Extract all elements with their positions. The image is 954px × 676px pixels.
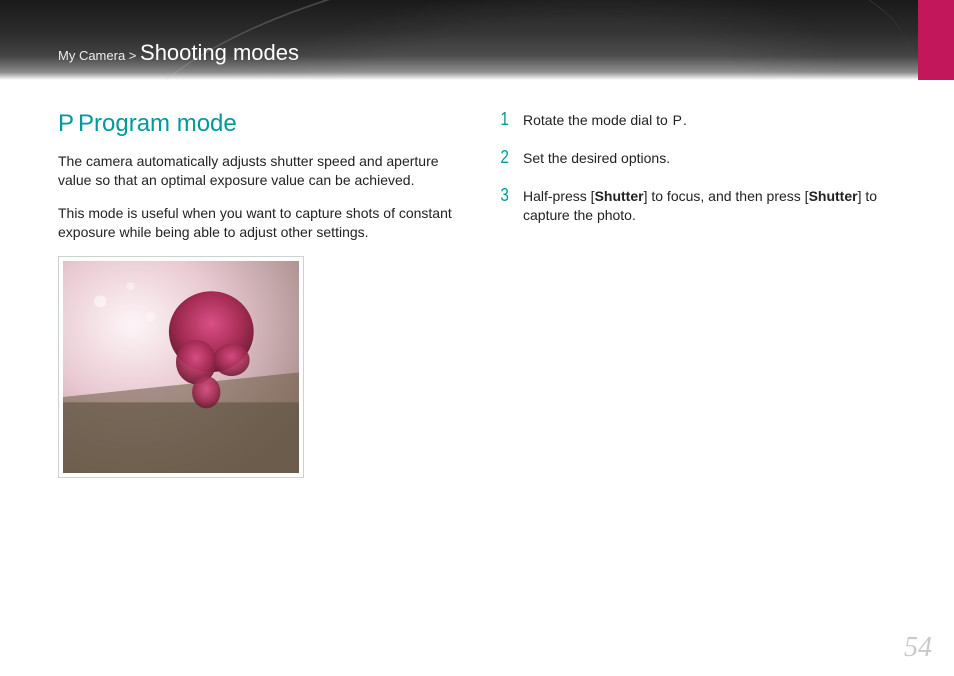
breadcrumb: My Camera > Shooting modes — [58, 40, 299, 66]
mode-p-icon: P — [58, 110, 74, 138]
left-column: PProgram mode The camera automatically a… — [58, 110, 455, 478]
step-2: 2 Set the desired options. — [499, 148, 896, 168]
step-number: 3 — [500, 186, 515, 204]
sample-photo-frame — [58, 256, 304, 478]
step-3: 3 Half-press [Shutter] to focus, and the… — [499, 186, 896, 225]
mode-p-inline-icon: P — [672, 111, 683, 130]
step-number: 1 — [500, 110, 515, 128]
content-columns: PProgram mode The camera automatically a… — [0, 80, 954, 478]
side-tab — [918, 0, 954, 80]
step-text: Half-press [Shutter] to focus, and then … — [523, 186, 896, 225]
breadcrumb-category: My Camera — [58, 48, 125, 63]
steps-list: 1 Rotate the mode dial to P. 2 Set the d… — [499, 110, 896, 225]
shutter-key-1: Shutter — [595, 188, 644, 204]
step-text: Rotate the mode dial to P. — [523, 110, 896, 130]
step-1: 1 Rotate the mode dial to P. — [499, 110, 896, 130]
breadcrumb-section: Shooting modes — [140, 40, 299, 65]
right-column: 1 Rotate the mode dial to P. 2 Set the d… — [499, 110, 896, 478]
paragraph-1: The camera automatically adjusts shutter… — [58, 152, 455, 190]
title-text: Program mode — [78, 110, 237, 137]
sample-photo — [63, 261, 299, 473]
page-title: PProgram mode — [58, 110, 455, 138]
breadcrumb-sep: > — [125, 48, 140, 63]
paragraph-2: This mode is useful when you want to cap… — [58, 204, 455, 242]
page-header: My Camera > Shooting modes — [0, 0, 954, 80]
step-number: 2 — [500, 148, 515, 166]
shutter-key-2: Shutter — [809, 188, 858, 204]
page-number: 54 — [904, 632, 932, 664]
step-text: Set the desired options. — [523, 148, 896, 168]
